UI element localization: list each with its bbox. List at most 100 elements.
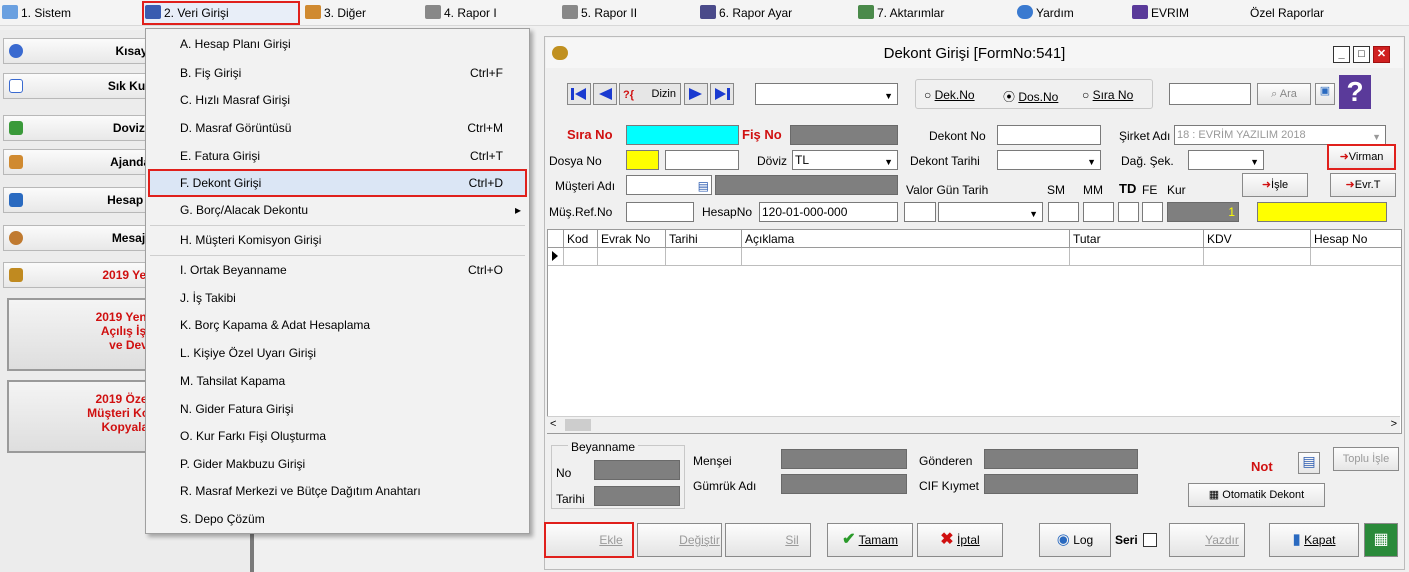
mus-ref-no-input[interactable] — [626, 202, 694, 222]
table-cell[interactable] — [1204, 248, 1311, 266]
evr-button[interactable]: ➜Evr.T — [1330, 173, 1396, 197]
menu-item-borc-kapama[interactable]: K. Borç Kapama & Adat Hesaplama — [146, 312, 529, 338]
search-input[interactable] — [1169, 83, 1251, 105]
ara-button[interactable]: ⌕ Ara — [1257, 83, 1311, 105]
ekle-button[interactable]: Ekle — [544, 522, 634, 558]
table-cell[interactable] — [1070, 248, 1204, 266]
menu-ozel-raporlar[interactable]: Özel Raporlar — [1250, 4, 1324, 22]
menu-item-fis-girisi[interactable]: B. Fiş Girişi Ctrl+F — [146, 60, 529, 86]
otomatik-dekont-button[interactable]: ▦ Otomatik Dekont — [1188, 483, 1325, 507]
menu-item-borc-alacak-dekontu[interactable]: G. Borç/Alacak Dekontu ▸ — [146, 197, 529, 223]
dekont-tarihi-combo[interactable]: ▼ — [997, 150, 1101, 170]
menu-rapor-ayar[interactable]: 6. Rapor Ayar — [700, 4, 792, 22]
hesap-no-input[interactable]: 120-01-000-000 — [759, 202, 898, 222]
dag-sek-combo[interactable]: ▼ — [1188, 150, 1264, 170]
radio-sirano[interactable]: ○ Sıra No — [1082, 88, 1133, 102]
menu-item-kur-farki[interactable]: O. Kur Farkı Fişi Oluşturma — [146, 423, 529, 449]
menu-rapor-1[interactable]: 4. Rapor I — [425, 4, 497, 22]
column-header-evrak-no[interactable]: Evrak No — [598, 230, 666, 248]
last-record-button[interactable] — [710, 83, 734, 105]
table-cell[interactable] — [598, 248, 666, 266]
td-input[interactable] — [1118, 202, 1139, 222]
scroll-left-icon[interactable]: < — [550, 418, 556, 430]
musteri-kod-input[interactable]: ▤ — [626, 175, 712, 195]
menu-item-is-takibi[interactable]: J. İş Takibi — [146, 285, 529, 311]
column-header-tutar[interactable]: Tutar — [1070, 230, 1204, 248]
menu-item-depo-cozum[interactable]: S. Depo Çözüm — [146, 506, 529, 532]
valor-tarih-combo[interactable]: ▼ — [938, 202, 1043, 222]
menu-rapor-2[interactable]: 5. Rapor II — [562, 4, 637, 22]
dekont-lines-table[interactable]: Kod Evrak No Tarihi Açıklama Tutar KDV H… — [547, 229, 1402, 434]
search-combo[interactable]: ▼ — [755, 83, 898, 105]
menu-evrim[interactable]: EVRIM — [1132, 4, 1189, 22]
mus-ref-no-label: Müş.Ref.No — [549, 205, 613, 219]
tamam-button[interactable]: ✔ Tamam — [827, 523, 913, 557]
menu-item-masraf-merkezi[interactable]: R. Masraf Merkezi ve Bütçe Dağıtım Anaht… — [146, 478, 529, 504]
edit-icon — [145, 5, 161, 19]
column-header-aciklama[interactable]: Açıklama — [742, 230, 1070, 248]
sirket-adi-combo[interactable]: 18 : EVRİM YAZILIM 2018 ▼ — [1174, 125, 1386, 145]
kapat-button[interactable]: ▮ Kapat — [1269, 523, 1359, 557]
prev-record-button[interactable] — [593, 83, 617, 105]
table-cell[interactable] — [564, 248, 598, 266]
menu-item-gider-fatura[interactable]: N. Gider Fatura Girişi — [146, 396, 529, 422]
next-record-button[interactable] — [684, 83, 708, 105]
menu-diger[interactable]: 3. Diğer — [305, 4, 366, 22]
menu-item-dekont-girisi[interactable]: F. Dekont Girişi Ctrl+D — [148, 169, 527, 197]
virman-button[interactable]: ➜Virman — [1327, 144, 1396, 170]
kur-extra-input[interactable] — [1257, 202, 1387, 222]
dosya-no-input[interactable] — [665, 150, 739, 170]
horizontal-scrollbar[interactable]: < > — [547, 416, 1400, 433]
yazdir-button[interactable]: Yazdır — [1169, 523, 1245, 557]
sira-no-input[interactable] — [626, 125, 739, 145]
sm-input[interactable] — [1048, 202, 1079, 222]
table-cell[interactable] — [1311, 248, 1401, 266]
menu-item-gider-makbuzu[interactable]: P. Gider Makbuzu Girişi — [146, 451, 529, 477]
menu-item-kisiye-ozel-uyari[interactable]: L. Kişiye Özel Uyarı Girişi — [146, 340, 529, 366]
first-record-button[interactable] — [567, 83, 591, 105]
sil-button[interactable]: Sil — [725, 523, 811, 557]
menu-item-hizli-masraf[interactable]: C. Hızlı Masraf Girişi — [146, 87, 529, 113]
help-button[interactable]: ? — [1339, 75, 1371, 109]
valor-gun-input[interactable] — [904, 202, 936, 222]
menu-veri-girisi[interactable]: 2. Veri Girişi — [142, 1, 300, 25]
minimize-button[interactable]: _ — [1333, 46, 1350, 63]
iptal-button[interactable]: ✖ İptal — [917, 523, 1003, 557]
dizin-button[interactable]: ?{Dizin — [619, 83, 681, 105]
note-button[interactable]: ▤ — [1298, 452, 1320, 474]
dekont-no-input[interactable] — [997, 125, 1101, 145]
table-cell[interactable] — [742, 248, 1070, 266]
calculator-button[interactable]: ▦ — [1364, 523, 1398, 557]
close-button[interactable]: ✕ — [1373, 46, 1390, 63]
menu-sistem[interactable]: 1. Sistem — [2, 4, 71, 22]
menu-yardim[interactable]: Yardım — [1017, 4, 1074, 22]
fe-input[interactable] — [1142, 202, 1163, 222]
column-header-hesap-no[interactable]: Hesap No — [1311, 230, 1401, 248]
toplu-isle-button[interactable]: Toplu İşle — [1333, 447, 1399, 471]
mm-input[interactable] — [1083, 202, 1114, 222]
scroll-right-icon[interactable]: > — [1391, 418, 1397, 430]
radio-dosno[interactable]: ⦿ Dos.No — [1003, 88, 1058, 105]
column-header-kdv[interactable]: KDV — [1204, 230, 1311, 248]
table-cell[interactable] — [666, 248, 742, 266]
maximize-button[interactable]: □ — [1353, 46, 1370, 63]
seri-checkbox[interactable] — [1143, 533, 1157, 547]
menu-item-tahsilat-kapama[interactable]: M. Tahsilat Kapama — [146, 368, 529, 394]
menu-item-masraf-goruntusu[interactable]: D. Masraf Görüntüsü Ctrl+M — [146, 115, 529, 141]
scroll-thumb[interactable] — [565, 419, 591, 431]
log-button[interactable]: ◉ Log — [1039, 523, 1111, 557]
dosya-no-prefix-input[interactable] — [626, 150, 659, 170]
column-header-tarihi[interactable]: Tarihi — [666, 230, 742, 248]
radio-dekno[interactable]: ○ Dek.No — [924, 88, 975, 102]
menu-item-fatura-girisi[interactable]: E. Fatura Girişi Ctrl+T — [146, 143, 529, 169]
column-header-kod[interactable]: Kod — [564, 230, 598, 248]
degistir-button[interactable]: Değiştir — [637, 523, 722, 557]
menu-item-musteri-komisyon[interactable]: H. Müşteri Komisyon Girişi — [146, 227, 529, 253]
menu-item-ortak-beyanname[interactable]: I. Ortak Beyanname Ctrl+O — [146, 257, 529, 283]
log-icon: ◉ — [1056, 531, 1070, 548]
document-button[interactable]: ▣ — [1315, 83, 1335, 105]
menu-aktarimlar[interactable]: 7. Aktarımlar — [858, 4, 944, 22]
menu-item-hesap-plani[interactable]: A. Hesap Planı Girişi — [146, 31, 529, 57]
doviz-combo[interactable]: TL ▼ — [792, 150, 898, 170]
isle-button[interactable]: ➜İşle — [1242, 173, 1308, 197]
